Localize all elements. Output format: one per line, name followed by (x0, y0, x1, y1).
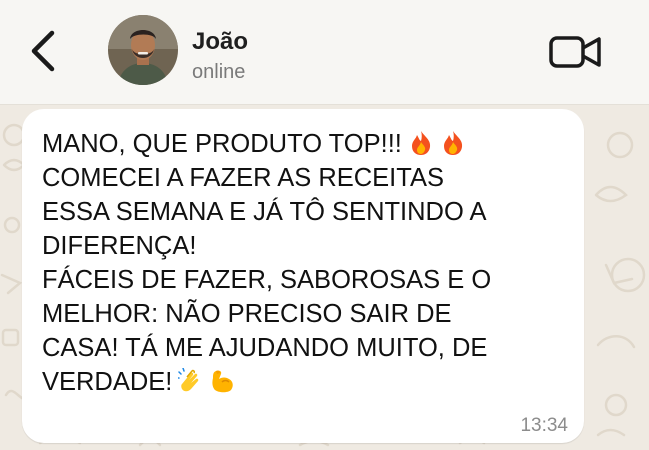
contact-name[interactable]: João (192, 28, 248, 56)
message-line: CASA! TÁ ME AJUDANDO MUITO, DE (42, 334, 488, 362)
chat-area[interactable]: MANO, QUE PRODUTO TOP!!! COMECEI A FAZER… (0, 105, 649, 450)
flexed-biceps-emoji-icon (212, 370, 234, 393)
chevron-left-icon[interactable] (24, 28, 60, 74)
message-timestamp: 13:34 (520, 415, 568, 436)
message-line: MELHOR: NÃO PRECISO SAIR DE (42, 300, 452, 328)
message-line: COMECEI A FAZER AS RECEITAS (42, 164, 444, 192)
message-text: MANO, QUE PRODUTO TOP!!! COMECEI A FAZER… (42, 127, 562, 399)
message-bubble[interactable]: MANO, QUE PRODUTO TOP!!! COMECEI A FAZER… (22, 109, 584, 443)
message-line: ESSA SEMANA E JÁ TÔ SENTINDO A (42, 198, 487, 226)
message-line: MANO, QUE PRODUTO TOP!!! (42, 130, 402, 158)
chat-header: João online (0, 0, 649, 105)
fire-emoji-icon (443, 131, 463, 155)
message-line: DIFERENÇA! (42, 232, 197, 260)
fire-emoji-icon (411, 131, 431, 155)
clapping-hands-emoji-icon (178, 368, 199, 392)
contact-status: online (192, 61, 246, 83)
message-line: FÁCEIS DE FAZER, SABOROSAS E O (42, 266, 492, 294)
avatar[interactable] (108, 15, 178, 85)
video-camera-icon[interactable] (548, 32, 604, 72)
message-line: VERDADE! (42, 368, 173, 396)
